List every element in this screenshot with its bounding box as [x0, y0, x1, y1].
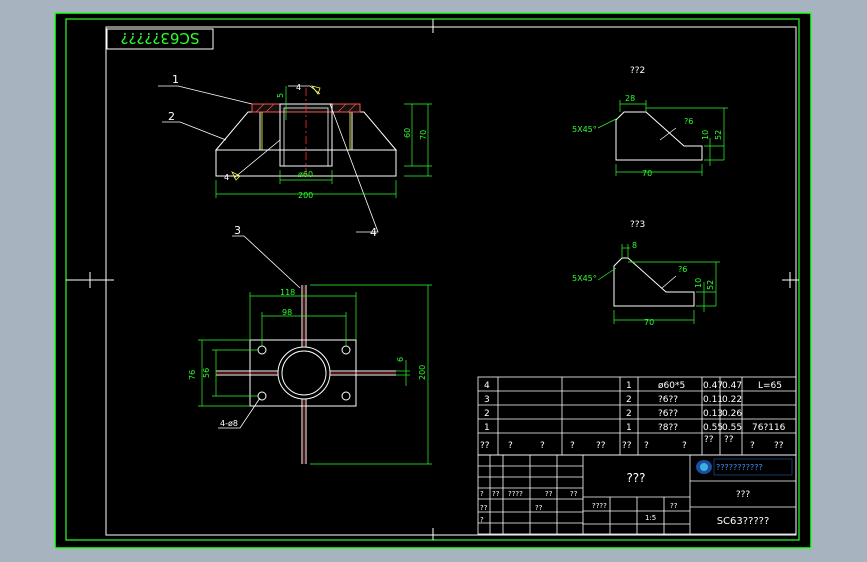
dim-top: 5: [276, 93, 285, 98]
svg-text:??: ??: [545, 490, 553, 498]
drawing-canvas: SC63????? 1 2 4 4 4 5 60 70 ø60 200 3 4-…: [54, 12, 812, 549]
svg-text:??: ??: [704, 435, 714, 445]
svg-text:??: ??: [535, 504, 543, 512]
svg-text:??: ??: [480, 441, 490, 451]
dim-118: 118: [280, 288, 295, 297]
svg-text:????: ????: [508, 490, 523, 498]
svg-text:3: 3: [484, 395, 490, 405]
part-label-2: 2: [168, 110, 175, 123]
part2-dim-28: 28: [625, 94, 635, 103]
svg-text:2: 2: [626, 409, 632, 419]
svg-text:?: ?: [570, 441, 575, 451]
svg-text:??: ??: [492, 490, 500, 498]
dim-200: 200: [418, 365, 427, 380]
dim-6: 6: [396, 357, 405, 362]
dim-56: 56: [202, 368, 211, 378]
svg-text:2: 2: [626, 395, 632, 405]
dim-width: 200: [298, 191, 313, 200]
title-box-text: SC63?????: [121, 29, 200, 47]
svg-text:?: ?: [480, 490, 484, 498]
company-name: ???????????: [716, 463, 763, 472]
part3-dim-52: 52: [706, 280, 715, 290]
title-block-drawing-no: SC63?????: [717, 516, 770, 527]
part3-title: ??3: [630, 220, 645, 230]
svg-text:?: ?: [540, 441, 545, 451]
dim-h1: 60: [403, 128, 412, 138]
part3-dim-70: 70: [644, 318, 654, 327]
svg-text:??: ??: [724, 435, 734, 445]
svg-text:ø60*5: ø60*5: [658, 381, 685, 391]
part2-dim-r6: ?6: [684, 117, 693, 126]
svg-text:4: 4: [484, 381, 490, 391]
svg-text:0.22: 0.22: [722, 395, 742, 405]
svg-text:0.55: 0.55: [722, 423, 742, 433]
part2-title: ??2: [630, 66, 645, 76]
svg-text:??: ??: [480, 504, 488, 512]
svg-text:????: ????: [592, 502, 607, 510]
svg-text:??: ??: [622, 441, 632, 451]
part2-dim-10: 10: [701, 130, 710, 140]
svg-text:1:5: 1:5: [645, 514, 656, 522]
svg-text:??: ??: [670, 502, 678, 510]
part2-dim-52: 52: [714, 130, 723, 140]
svg-text:1: 1: [484, 423, 490, 433]
svg-text:0.47: 0.47: [703, 381, 723, 391]
svg-text:1: 1: [626, 381, 632, 391]
svg-text:?8??: ?8??: [658, 423, 678, 433]
part-label-3: 3: [234, 224, 241, 237]
dim-76: 76: [188, 370, 197, 380]
svg-text:0.11: 0.11: [703, 395, 723, 405]
svg-text:??: ??: [596, 441, 606, 451]
svg-text:0.13: 0.13: [703, 409, 723, 419]
svg-text:L=65: L=65: [758, 381, 782, 391]
dim-diameter: ø60: [298, 170, 313, 179]
title-block-name: ???: [626, 471, 645, 485]
title-block-cell-label: ???: [736, 490, 751, 500]
svg-text:76?116: 76?116: [752, 423, 786, 433]
svg-text:?6??: ?6??: [658, 409, 678, 419]
svg-text:?: ?: [508, 441, 513, 451]
svg-text:??: ??: [774, 441, 784, 451]
part3-dim-r6: ?6: [678, 265, 687, 274]
hole-note: 4-ø8: [220, 419, 238, 428]
part3-dim-8: 8: [632, 241, 637, 250]
dim-98: 98: [282, 308, 292, 317]
dim-h2: 70: [419, 130, 428, 140]
weld-symbol-1: 4: [224, 173, 229, 182]
svg-text:?: ?: [750, 441, 755, 451]
part2-dim-70: 70: [642, 169, 652, 178]
svg-text:?: ?: [682, 441, 687, 451]
svg-text:0.26: 0.26: [722, 409, 742, 419]
svg-text:??: ??: [570, 490, 578, 498]
svg-text:1: 1: [626, 423, 632, 433]
weld-symbol-2: 4: [296, 83, 301, 92]
part2-chamfer: 5X45°: [572, 125, 597, 134]
part3-dim-10: 10: [694, 278, 703, 288]
svg-text:2: 2: [484, 409, 490, 419]
svg-text:0.47: 0.47: [722, 381, 742, 391]
svg-text:?6??: ?6??: [658, 395, 678, 405]
svg-text:0.55: 0.55: [703, 423, 723, 433]
part-label-1: 1: [172, 73, 179, 86]
svg-text:?: ?: [644, 441, 649, 451]
svg-text:?: ?: [480, 516, 484, 524]
part3-chamfer: 5X45°: [572, 274, 597, 283]
part-label-4: 4: [370, 226, 377, 239]
